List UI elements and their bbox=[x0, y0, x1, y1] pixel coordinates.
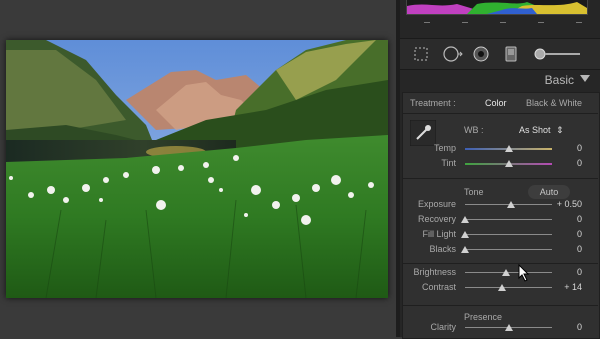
slider-track[interactable] bbox=[465, 287, 552, 288]
slider-thumb[interactable] bbox=[501, 269, 510, 276]
wb-select-arrows-icon[interactable]: ⇕ bbox=[556, 125, 564, 136]
wb-label: WB : bbox=[464, 125, 484, 135]
slider-value[interactable]: 0 bbox=[548, 214, 582, 224]
slider-track[interactable] bbox=[465, 219, 552, 220]
slider-value[interactable]: 0 bbox=[548, 229, 582, 239]
auto-tone-button[interactable]: Auto bbox=[528, 185, 570, 199]
slider-label: Clarity bbox=[430, 322, 456, 332]
collapse-arrow-icon[interactable] bbox=[580, 75, 590, 82]
slider-thumb[interactable] bbox=[461, 231, 469, 238]
slider-thumb[interactable] bbox=[461, 216, 469, 223]
spot-removal-icon[interactable] bbox=[442, 45, 464, 68]
slider-thumb[interactable] bbox=[504, 160, 513, 167]
slider-value[interactable]: 0 bbox=[548, 143, 582, 153]
treatment-color-option[interactable]: Color bbox=[485, 98, 507, 108]
slider-value[interactable]: 0 bbox=[548, 267, 582, 277]
treatment-label: Treatment : bbox=[410, 98, 456, 108]
slider-label: Fill Light bbox=[422, 229, 456, 239]
histogram-tick bbox=[576, 22, 582, 23]
slider-label: Temp bbox=[433, 143, 456, 153]
divider bbox=[402, 113, 598, 114]
basic-panel-header[interactable]: Basic bbox=[400, 70, 600, 90]
slider-thumb[interactable] bbox=[507, 201, 516, 208]
mouse-cursor-icon bbox=[518, 263, 530, 287]
divider bbox=[402, 178, 598, 179]
crop-icon[interactable] bbox=[412, 45, 430, 68]
treatment-bw-option[interactable]: Black & White bbox=[526, 98, 582, 108]
tone-section-label: Tone bbox=[464, 187, 484, 197]
landscape-photo bbox=[6, 40, 388, 298]
slider-label: Recovery bbox=[417, 214, 456, 224]
divider bbox=[402, 305, 598, 306]
tool-strip bbox=[400, 38, 600, 70]
photo-preview[interactable] bbox=[6, 40, 388, 298]
slider-label: Brightness bbox=[413, 267, 456, 277]
histogram-tick bbox=[424, 22, 430, 23]
slider-value[interactable]: 0 bbox=[548, 158, 582, 168]
histogram bbox=[406, 0, 588, 15]
slider-track[interactable] bbox=[465, 234, 552, 235]
slider-value[interactable]: + 0.50 bbox=[548, 199, 582, 209]
slider-label: Tint bbox=[441, 158, 456, 168]
graduated-filter-icon[interactable] bbox=[502, 45, 520, 68]
slider-label: Exposure bbox=[417, 199, 456, 209]
slider-thumb[interactable] bbox=[498, 284, 507, 291]
slider-label: Contrast bbox=[421, 282, 456, 292]
red-eye-icon[interactable] bbox=[472, 45, 490, 68]
slider-thumb[interactable] bbox=[461, 246, 469, 253]
adjustment-brush-icon[interactable] bbox=[532, 45, 582, 68]
histogram-tick bbox=[538, 22, 544, 23]
divider bbox=[402, 263, 598, 264]
slider-thumb[interactable] bbox=[504, 145, 513, 152]
slider-track[interactable] bbox=[465, 249, 552, 250]
slider-label: Blacks bbox=[429, 244, 456, 254]
slider-value[interactable]: 0 bbox=[548, 322, 582, 332]
basic-panel-title: Basic bbox=[544, 73, 574, 87]
slider-thumb[interactable] bbox=[504, 324, 513, 331]
photo-workspace bbox=[0, 0, 396, 337]
slider-value[interactable]: + 14 bbox=[548, 282, 582, 292]
histogram-tick bbox=[500, 22, 506, 23]
histogram-tick bbox=[462, 22, 468, 23]
wb-select[interactable]: As Shot bbox=[519, 125, 551, 135]
slider-value[interactable]: 0 bbox=[548, 244, 582, 254]
presence-section-label: Presence bbox=[464, 312, 503, 322]
